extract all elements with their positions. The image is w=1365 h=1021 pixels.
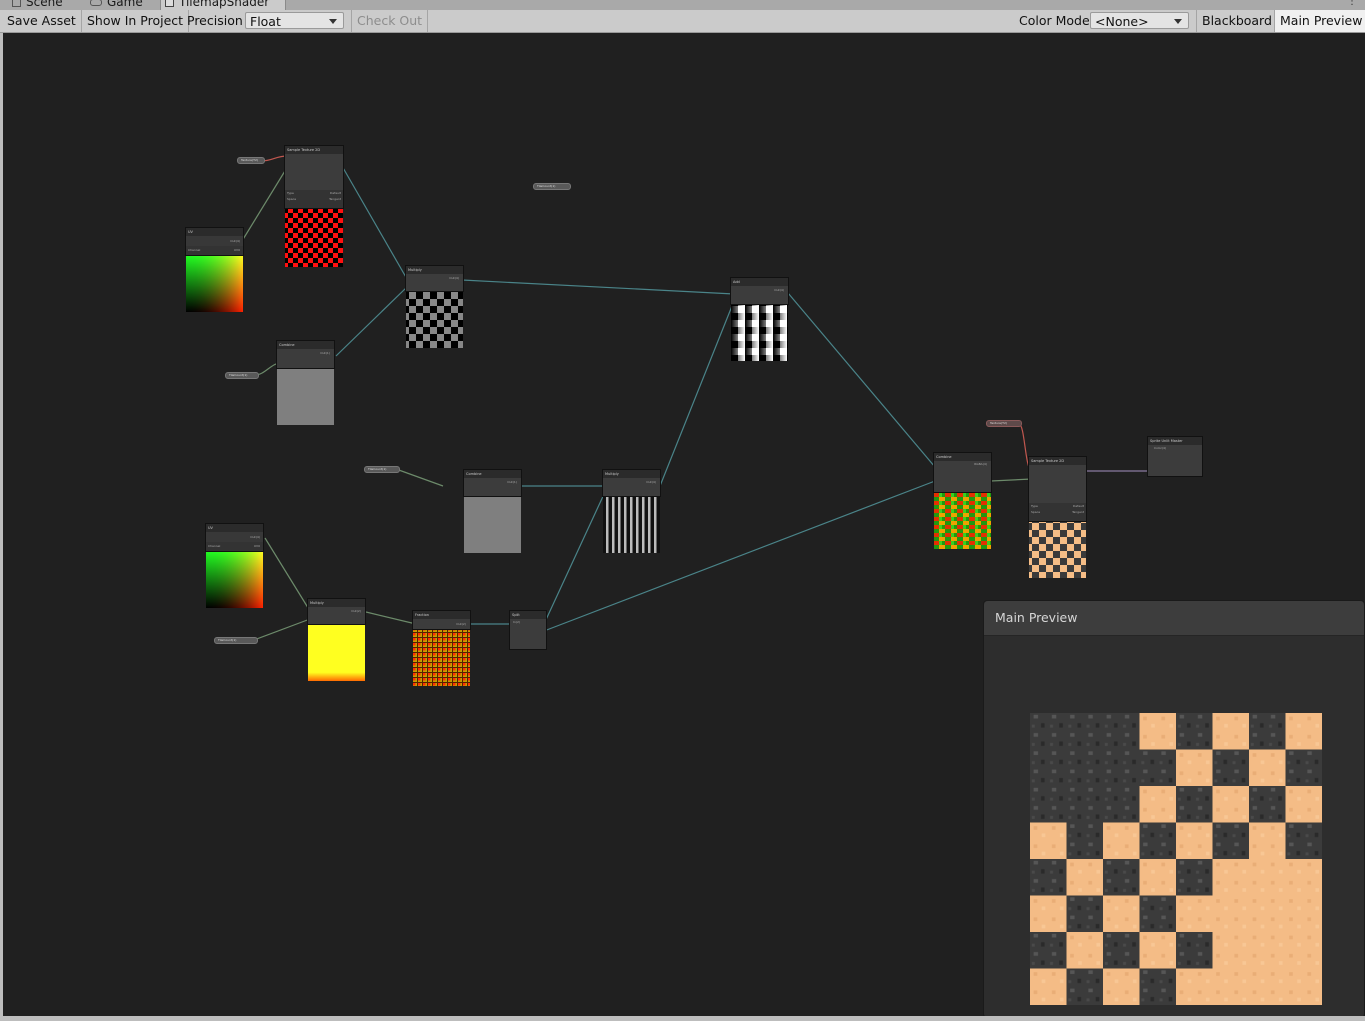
node-title: UV	[206, 524, 263, 532]
window-bottom-edge	[0, 1016, 1365, 1021]
tab-tilemapshader-label: TilemapShader	[179, 0, 270, 9]
float-property-pill-a[interactable]: TileCount(1)	[533, 183, 571, 190]
tab-scene[interactable]: Scene	[8, 0, 63, 10]
node-title: Multiply	[406, 266, 463, 274]
precision-value: Float	[250, 14, 281, 29]
uv-output-port[interactable]: Out(4)	[186, 236, 243, 246]
color-input-port[interactable]: Color(4)	[1154, 446, 1166, 450]
sprite-unlit-master-node[interactable]: Sprite Unlit Master Color(4)	[1148, 437, 1202, 476]
node-title: Add	[731, 278, 788, 286]
float-property-pill-d[interactable]: TileCount(1)	[214, 637, 258, 644]
sample-texture-top-preview	[285, 208, 343, 267]
tab-menu-icon[interactable]: ⋮	[1347, 0, 1357, 7]
check-out-button[interactable]: Check Out	[351, 10, 429, 32]
texture-property-pill-right[interactable]: Texture(T2)	[986, 420, 1022, 427]
multiply-node-mid[interactable]: Multiply Out(4)	[603, 470, 660, 496]
node-title: Multiply	[603, 470, 660, 478]
multiply-mid-preview	[603, 496, 660, 553]
fraction-preview	[413, 629, 470, 686]
combine-node-right[interactable]: Combine RGBA(4)	[934, 453, 991, 492]
sample-texture-node-right[interactable]: Sample Texture 2D Type Default Space Tan…	[1029, 457, 1086, 521]
add-node[interactable]: Add Out(4)	[731, 278, 788, 304]
node-title: Combine	[277, 341, 334, 349]
combine-right-preview	[934, 492, 991, 549]
combine-mid-output-port[interactable]: Out(1)	[507, 478, 517, 487]
uv-node-bottom[interactable]: UV Out(4) Channel UV0	[206, 524, 263, 551]
shader-graph-icon	[165, 0, 174, 7]
multiply-bottom-output-port[interactable]: Out(2)	[351, 607, 361, 615]
split-node[interactable]: Split In(2)	[510, 611, 546, 649]
channel-value[interactable]: UV0	[254, 542, 260, 551]
float-property-pill-c[interactable]: TileCount(1)	[364, 466, 400, 473]
main-preview-title: Main Preview	[995, 610, 1078, 625]
node-title: Sprite Unlit Master	[1148, 437, 1202, 445]
texture-property-pill-top[interactable]: Texture(T2)	[237, 157, 265, 164]
combine-top-preview	[277, 368, 334, 425]
type-label: Type	[1031, 504, 1038, 508]
shader-graph-toolbar: Save Asset Show In Project Precision Flo…	[0, 10, 1365, 33]
type-label: Type	[287, 191, 294, 195]
node-title: Fraction	[413, 611, 470, 619]
multiply-output-port[interactable]: Out(4)	[449, 274, 459, 282]
multiply-top-preview	[406, 291, 463, 348]
combine-node-mid[interactable]: Combine Out(1)	[464, 470, 521, 496]
blackboard-button[interactable]: Blackboard	[1196, 10, 1278, 32]
uv-top-preview-red	[186, 255, 243, 312]
chevron-down-icon	[329, 19, 337, 24]
float-property-pill-b[interactable]: TileCount(1)	[225, 372, 259, 379]
color-mode-value: <None>	[1095, 14, 1149, 29]
uv-bottom-preview-red	[206, 551, 263, 608]
node-title: Sample Texture 2D	[285, 146, 343, 154]
node-title: Split	[510, 611, 546, 619]
tab-game[interactable]: Game	[86, 0, 143, 10]
main-preview-toggle-button[interactable]: Main Preview	[1274, 10, 1365, 32]
sample-texture-right-preview	[1029, 521, 1086, 578]
split-input-port[interactable]: In(2)	[513, 620, 520, 624]
uv-node-top[interactable]: UV Out(4) Channel UV0	[186, 228, 243, 255]
fraction-output-port[interactable]: Out(2)	[456, 619, 466, 629]
multiply-node-top[interactable]: Multiply Out(4)	[406, 266, 463, 291]
main-preview-panel[interactable]: Main Preview	[983, 600, 1365, 1016]
combine-mid-preview	[464, 496, 521, 553]
graph-canvas[interactable]: Texture(T2) TileCount(1) TileCount(1) Ti…	[3, 33, 1365, 1016]
editor-tab-bar: Scene Game TilemapShader ⋮	[0, 0, 1365, 10]
space-label: Space	[1031, 510, 1041, 514]
precision-label: Precision	[187, 13, 243, 28]
color-mode-label: Color Mode	[1019, 13, 1090, 28]
space-value[interactable]: Tangent	[329, 196, 341, 202]
node-title: Combine	[464, 470, 521, 478]
combine-node-top[interactable]: Combine Out(1)	[277, 341, 334, 368]
combine-right-output-port[interactable]: RGBA(4)	[974, 461, 987, 468]
uv-bottom-output-port[interactable]: Out(4)	[206, 532, 263, 542]
add-preview	[731, 304, 788, 361]
multiply-node-bottom[interactable]: Multiply Out(2)	[308, 599, 365, 624]
sample-texture-node-top[interactable]: Sample Texture 2D Type Default Space Tan…	[285, 146, 343, 208]
show-in-project-button[interactable]: Show In Project	[82, 10, 190, 32]
node-title: Multiply	[308, 599, 365, 607]
save-asset-button[interactable]: Save Asset	[2, 10, 82, 32]
main-preview-image	[1030, 713, 1322, 1005]
fraction-node[interactable]: Fraction Out(2)	[413, 611, 470, 629]
channel-label: Channel	[208, 544, 221, 548]
tab-tilemapshader[interactable]: TilemapShader	[160, 0, 286, 10]
space-value[interactable]: Tangent	[1072, 509, 1084, 515]
add-output-port[interactable]: Out(4)	[774, 286, 784, 295]
channel-label: Channel	[188, 248, 201, 252]
node-title: Combine	[934, 453, 991, 461]
combine-output-port[interactable]: Out(1)	[320, 349, 330, 358]
node-title: Sample Texture 2D	[1029, 457, 1086, 465]
tab-game-label: Game	[107, 0, 143, 9]
scene-icon	[12, 0, 21, 7]
node-title: UV	[186, 228, 243, 236]
main-preview-header[interactable]: Main Preview	[984, 601, 1364, 636]
channel-value[interactable]: UV0	[234, 246, 240, 255]
multiply-mid-output-port[interactable]: Out(4)	[646, 478, 656, 487]
tab-scene-label: Scene	[26, 0, 63, 9]
multiply-bottom-preview	[308, 624, 365, 681]
game-icon	[90, 0, 102, 6]
chevron-down-icon	[1174, 19, 1182, 24]
space-label: Space	[287, 197, 297, 201]
color-mode-dropdown[interactable]: <None>	[1090, 12, 1189, 29]
precision-dropdown[interactable]: Float	[245, 12, 344, 29]
